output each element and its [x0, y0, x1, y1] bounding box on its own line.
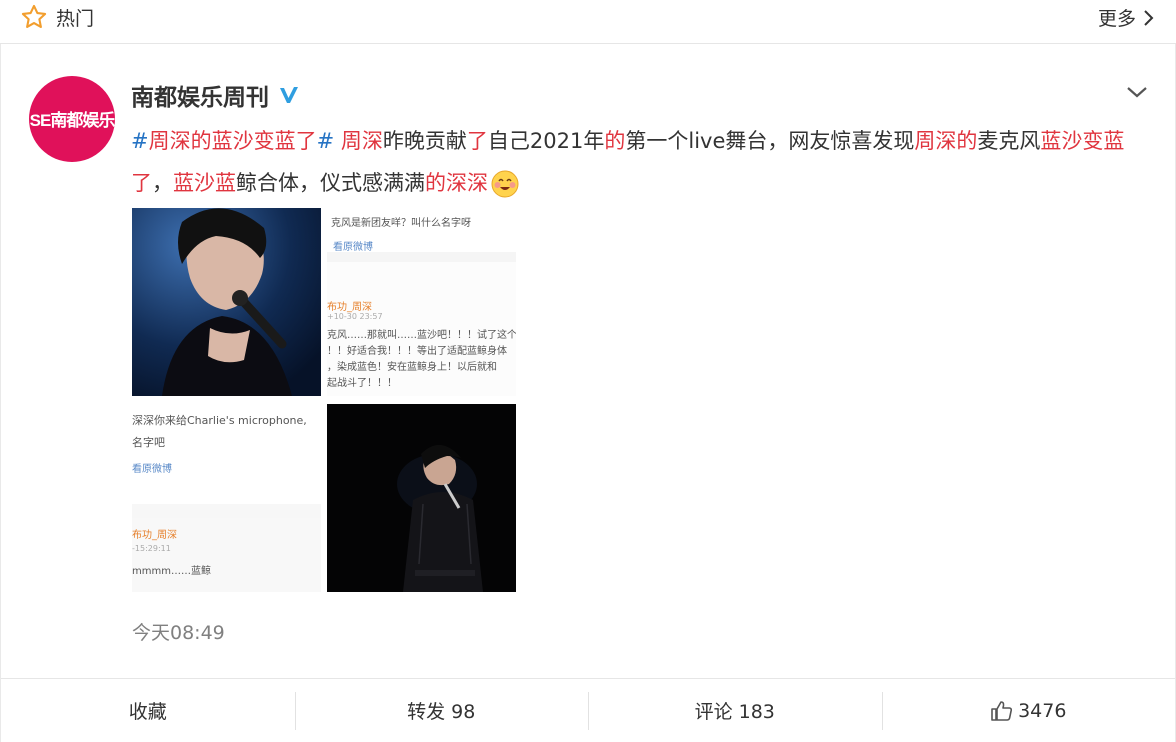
comment-button[interactable]: 评论 183	[588, 679, 882, 742]
chevron-right-icon	[1144, 9, 1154, 26]
repost-label: 转发 98	[407, 701, 476, 723]
action-bar: 收藏 转发 98 评论 183 3476	[1, 678, 1175, 742]
verified-v-icon	[280, 87, 298, 103]
img3-body1: mmmm……蓝鲸	[132, 566, 211, 577]
singer-closeup-photo	[132, 208, 321, 396]
img3-user: 布功_周深	[132, 530, 177, 541]
img2-body4: 起战斗了！！！	[327, 378, 397, 389]
avatar[interactable]: SE南都娱乐	[29, 76, 115, 162]
post-card: SE南都娱乐 南都娱乐周刊 #周深的蓝沙变蓝了# 周深昨晚贡献了自己2021年的…	[0, 44, 1176, 742]
thumbs-up-icon	[991, 700, 1013, 721]
more-link[interactable]: 更多	[1098, 4, 1156, 31]
img2-link: 看原微博	[333, 242, 373, 253]
weibo-hot-feed: 热门 更多 SE南都娱乐 南都娱乐周刊 #周深的蓝沙变蓝了# 周深昨晚贡献了自己…	[0, 0, 1176, 742]
post-timestamp: 今天08:49	[132, 622, 225, 644]
top-bar: 热门 更多	[0, 0, 1176, 44]
text-run: ，	[152, 171, 173, 195]
image-grid: 克风是新团友咩？叫什么名字呀 看原微博 布功_周深 +10-30 23:57 克…	[131, 208, 517, 592]
img3-line1: 深深你来给Charlie's microphone,	[132, 414, 307, 427]
highlighted-text: 了	[466, 129, 488, 153]
post-image-2[interactable]: 克风是新团友咩？叫什么名字呀 看原微博 布功_周深 +10-30 23:57 克…	[327, 208, 516, 396]
author-name[interactable]: 南都娱乐周刊	[131, 78, 269, 112]
highlighted-text: 的	[604, 129, 626, 153]
like-button[interactable]: 3476	[881, 679, 1176, 742]
text-run: 麦克风	[977, 129, 1041, 153]
star-icon	[21, 4, 47, 28]
text-run: 自己2021年	[487, 129, 605, 153]
img2-body3: ，染成蓝色！安在蓝鲸身上！以后就和	[327, 362, 497, 373]
comment-label: 评论 183	[694, 701, 775, 723]
img2-body2: ！！好适合我！！！等出了适配蓝鲸身体	[327, 346, 507, 357]
post-text-runs: #周深的蓝沙变蓝了# 周深昨晚贡献了自己2021年的第一个live舞台，网友惊喜…	[131, 129, 1124, 195]
img2-time: +10-30 23:57	[327, 312, 383, 321]
img2-user: 布功_周深	[327, 302, 372, 313]
repost-button[interactable]: 转发 98	[294, 679, 589, 742]
favorite-button[interactable]: 收藏	[1, 679, 295, 742]
img3-time: -15:29:11	[132, 544, 171, 553]
img3-line2: 名字吧	[132, 436, 165, 449]
highlighted-text: 周深的	[914, 129, 978, 153]
favorite-label: 收藏	[128, 701, 167, 723]
img2-body1: 克风……那就叫……蓝沙吧！！！试了这个	[327, 330, 516, 341]
highlighted-text: 的深深	[425, 171, 488, 195]
img3-link: 看原微博	[132, 464, 172, 475]
more-label: 更多	[1097, 8, 1136, 30]
text-run: 鲸合体，仪式感满满	[236, 171, 425, 195]
post-image-3[interactable]: 深深你来给Charlie's microphone, 名字吧 看原微博 布功_周…	[132, 404, 321, 592]
like-count: 3476	[1018, 699, 1067, 722]
topic-hashtag[interactable]: #周深的蓝沙变蓝了#	[131, 129, 334, 153]
smile-emoji-icon	[491, 170, 519, 198]
img2-line1: 克风是新团友咩？叫什么名字呀	[331, 218, 471, 229]
highlighted-text: 蓝沙蓝	[173, 171, 236, 195]
text-run: 昨晚贡献	[382, 129, 467, 153]
section-title: 热门	[56, 8, 95, 30]
post-image-1[interactable]	[132, 208, 321, 396]
chevron-down-icon[interactable]	[1125, 82, 1149, 102]
avatar-logo: SE南都娱乐	[29, 111, 115, 130]
highlighted-text: 周深	[340, 129, 383, 153]
stage-performance-photo	[327, 404, 516, 592]
author-row: 南都娱乐周刊	[131, 78, 301, 112]
post-image-4[interactable]	[327, 404, 516, 592]
text-run: 第一个live舞台，网友惊喜发现	[625, 129, 915, 153]
post-text: #周深的蓝沙变蓝了# 周深昨晚贡献了自己2021年的第一个live舞台，网友惊喜…	[131, 120, 1141, 204]
text-run	[334, 129, 341, 153]
